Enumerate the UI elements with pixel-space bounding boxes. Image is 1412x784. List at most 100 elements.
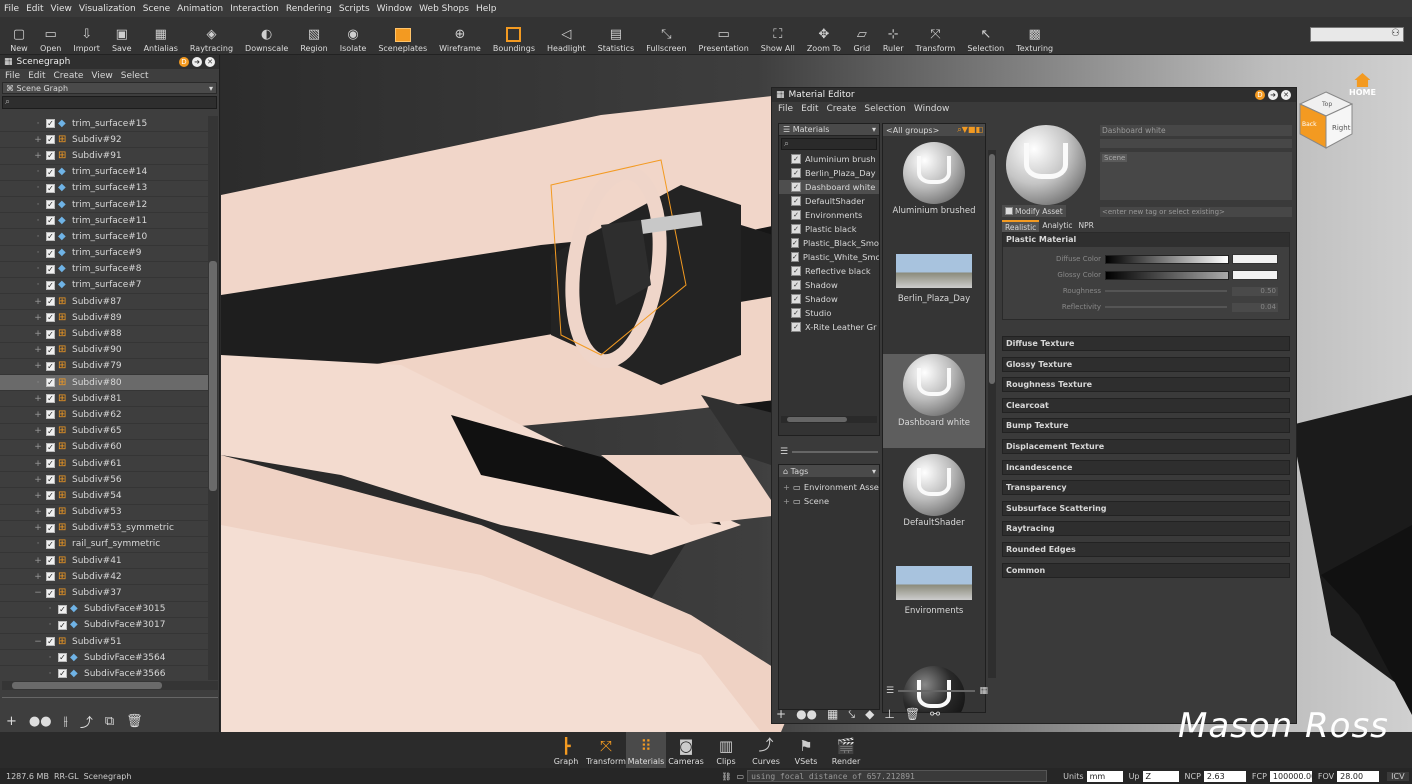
material-list-item[interactable]: ✓ Shadow	[779, 292, 879, 306]
visibility-checkbox[interactable]: ✓	[58, 653, 67, 663]
asset-tags-box[interactable]: Scene	[1100, 152, 1292, 200]
material-list-item[interactable]: ✓ DefaultShader	[779, 194, 879, 208]
section-transparency[interactable]: Transparency	[1002, 480, 1290, 496]
visibility-checkbox[interactable]: ✓	[46, 459, 55, 469]
tree-row[interactable]: · ✓ ◆ trim_surface#13	[0, 181, 208, 197]
navigation-cube[interactable]: Top Back Right	[1296, 90, 1356, 152]
tree-row[interactable]: · ✓ ◆ trim_surface#8	[0, 262, 208, 278]
sg-menu-file[interactable]: File	[5, 71, 20, 81]
expand-toggle-icon[interactable]: +	[33, 475, 43, 485]
material-list-item[interactable]: ✓ Aluminium brush	[779, 152, 879, 166]
section-raytracing[interactable]: Raytracing	[1002, 521, 1290, 537]
expand-toggle-icon[interactable]: +	[33, 345, 43, 355]
section-rounded-edges[interactable]: Rounded Edges	[1002, 542, 1290, 557]
visibility-checkbox[interactable]: ✓	[46, 523, 55, 533]
scroll-thumb[interactable]	[787, 417, 847, 422]
new-button[interactable]: ▢ New	[4, 17, 34, 54]
brush-icon[interactable]: ⊥	[884, 707, 894, 721]
visibility-checkbox[interactable]: ✓	[46, 426, 55, 436]
visibility-checkbox[interactable]: ✓	[46, 216, 55, 226]
sceneplates-button[interactable]: Sceneplates	[372, 17, 433, 53]
tree-row[interactable]: + ✓ ⊞ Subdiv#92	[0, 132, 208, 149]
roughness-value[interactable]: 0.50	[1232, 286, 1278, 296]
visibility-checkbox[interactable]: ✓	[46, 248, 55, 258]
tree-row[interactable]: + ✓ ⊞ Subdiv#60	[0, 440, 208, 456]
wireframe-button[interactable]: ⊕ Wireframe	[433, 17, 487, 54]
visibility-checkbox[interactable]: ✓	[46, 151, 55, 161]
diffuse-color-swatch[interactable]	[1232, 254, 1278, 264]
scenegraph-zoom-slider[interactable]	[2, 697, 218, 704]
material-list-item[interactable]: ✓ Shadow	[779, 278, 879, 292]
visibility-checkbox[interactable]: ✓	[46, 507, 55, 517]
group-icon[interactable]: ●●	[796, 707, 817, 721]
material-list-item[interactable]: ✓ Plastic_White_Smo	[779, 250, 879, 264]
section-glossy-texture[interactable]: Glossy Texture	[1002, 356, 1290, 372]
me-menu-edit[interactable]: Edit	[801, 104, 818, 114]
scroll-thumb[interactable]	[989, 154, 995, 384]
expand-toggle-icon[interactable]: +	[33, 135, 43, 145]
visibility-checkbox[interactable]: ✓	[46, 167, 55, 177]
menu-scripts[interactable]: Scripts	[339, 4, 370, 14]
menu-interaction[interactable]: Interaction	[230, 4, 279, 14]
arrow-right-icon[interactable]: ➜	[192, 57, 202, 67]
arrow-right-icon[interactable]: ➜	[1268, 90, 1278, 100]
antialias-button[interactable]: ▦ Antialias	[138, 17, 184, 54]
visibility-checkbox[interactable]: ✓	[46, 556, 55, 566]
toolbar-search-input[interactable]: ⚇	[1310, 27, 1404, 42]
terminal-icon[interactable]: ▭	[737, 772, 745, 781]
list-size-slider[interactable]: ☰	[780, 447, 878, 457]
expand-toggle-icon[interactable]: +	[33, 151, 43, 161]
open-button[interactable]: ▭ Open	[34, 17, 67, 54]
fcp-input[interactable]: 100000.00	[1269, 770, 1316, 782]
visibility-checkbox[interactable]: ✓	[46, 135, 55, 145]
material-list-item[interactable]: ✓ Plastic black	[779, 222, 879, 236]
visibility-checkbox[interactable]: ✓	[46, 475, 55, 485]
expand-toggle-icon[interactable]: +	[783, 482, 793, 492]
tree-row[interactable]: + ✓ ⊞ Subdiv#62	[0, 407, 208, 424]
statistics-button[interactable]: ▤ Statistics	[592, 17, 641, 54]
visibility-checkbox[interactable]: ✓	[58, 669, 67, 679]
scenegraph-hscrollbar[interactable]	[2, 681, 218, 690]
fullscreen-button[interactable]: ⤡ Fullscreen	[640, 17, 692, 54]
texturing-button[interactable]: ▩ Texturing	[1010, 17, 1059, 54]
transform-node-icon[interactable]: ⤴	[80, 712, 93, 731]
tree-row[interactable]: + ✓ ⊞ Subdiv#65	[0, 424, 208, 440]
section-bump-texture[interactable]: Bump Texture	[1002, 418, 1290, 434]
zoom-to-button[interactable]: ✥ Zoom To	[801, 17, 847, 54]
menu-edit[interactable]: Edit	[26, 4, 43, 14]
tab-curves[interactable]: ⤴ Curves	[746, 732, 786, 768]
expand-toggle-icon[interactable]: +	[33, 507, 43, 517]
visibility-checkbox[interactable]: ✓	[46, 637, 55, 647]
tree-row[interactable]: + ✓ ⊞ Subdiv#79	[0, 359, 208, 375]
save-button[interactable]: ▣ Save	[106, 17, 138, 54]
scroll-thumb[interactable]	[209, 261, 217, 491]
visibility-checkbox[interactable]: ✓	[58, 620, 67, 630]
material-list-item[interactable]: ✓ Dashboard white	[779, 180, 879, 194]
headlight-button[interactable]: ◁ Headlight	[541, 17, 592, 54]
material-thumbnail[interactable]: Aluminium brushed	[883, 142, 985, 236]
expand-toggle-icon[interactable]: +	[33, 410, 43, 420]
material-list-item[interactable]: ✓ X-Rite Leather Gr	[779, 320, 879, 334]
reflectivity-slider[interactable]	[1105, 306, 1227, 308]
visibility-checkbox[interactable]: ✓	[46, 200, 55, 210]
delete-icon[interactable]: 🗑	[905, 707, 920, 721]
material-list-header[interactable]: ☰ Materials ▾	[779, 124, 879, 136]
raytracing-button[interactable]: ◈ Raytracing	[184, 17, 239, 54]
expand-toggle-icon[interactable]: +	[33, 523, 43, 533]
menu-view[interactable]: View	[51, 4, 72, 14]
visibility-checkbox[interactable]: ✓	[46, 297, 55, 307]
scenegraph-vscrollbar[interactable]	[208, 116, 218, 680]
material-thumbnail[interactable]: DefaultShader	[883, 454, 985, 548]
section-common[interactable]: Common	[1002, 562, 1290, 578]
tree-row[interactable]: + ✓ ⊞ Subdiv#41	[0, 553, 208, 570]
tree-row[interactable]: − ✓ ⊞ Subdiv#37	[0, 585, 208, 602]
filter-icon[interactable]: ⌕▼■◧	[957, 125, 985, 135]
expand-toggle-icon[interactable]: +	[33, 394, 43, 404]
material-thumbnail[interactable]: Berlin_Plaza_Day	[883, 254, 985, 348]
sg-menu-select[interactable]: Select	[121, 71, 149, 81]
assign-icon[interactable]: ▦	[827, 707, 838, 721]
tree-row[interactable]: + ✓ ⊞ Subdiv#53_symmetric	[0, 521, 208, 537]
visibility-checkbox[interactable]: ✓	[46, 183, 55, 193]
selection-button[interactable]: ↖ Selection	[961, 17, 1010, 54]
asset-info-field[interactable]	[1100, 139, 1292, 148]
